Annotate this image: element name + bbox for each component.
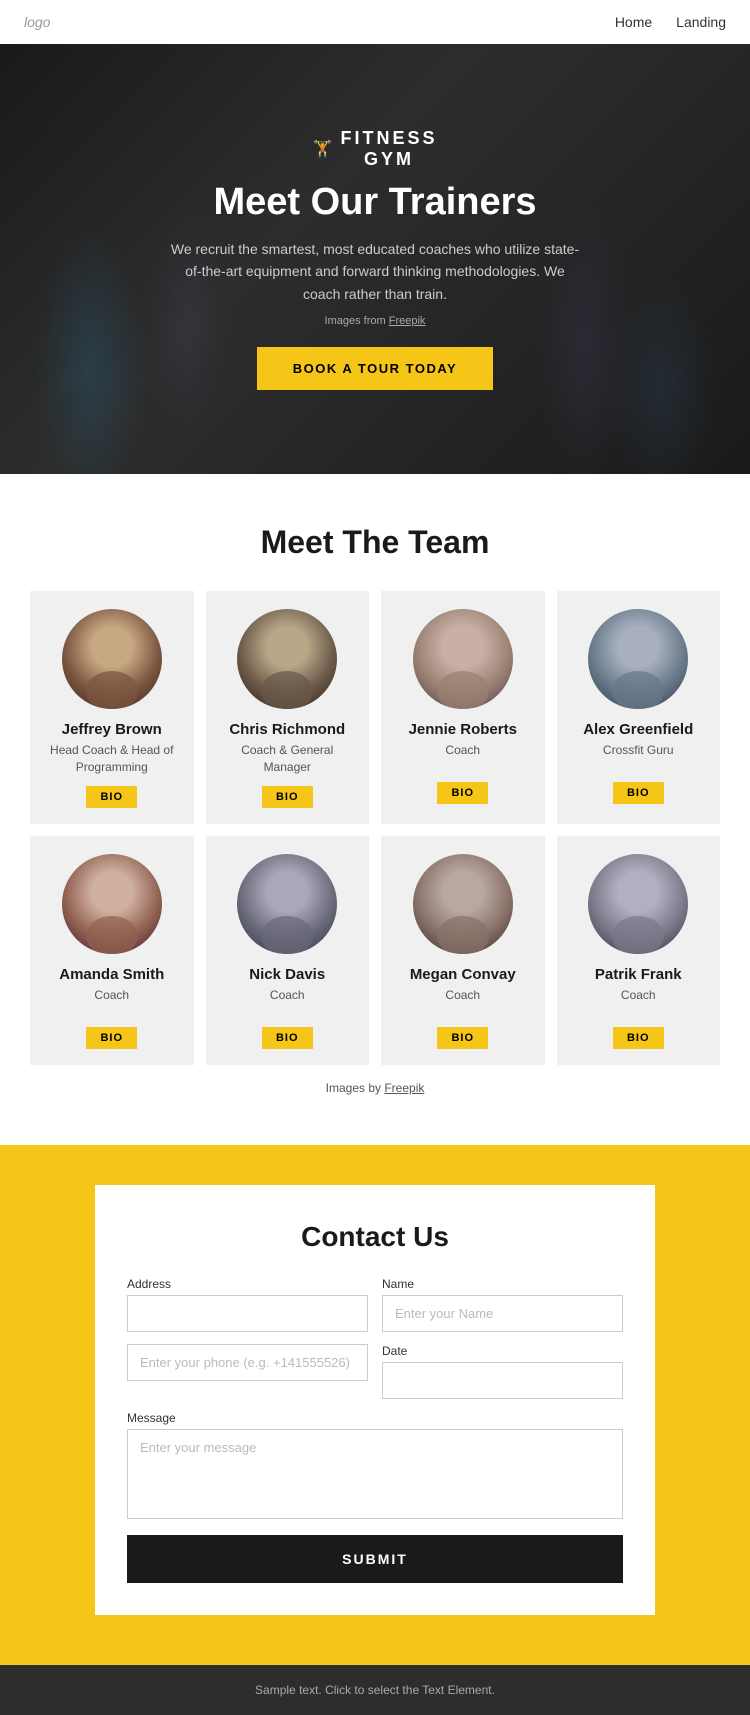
nav-link-home[interactable]: Home bbox=[615, 14, 652, 30]
trainer-role-chris-richmond: Coach & General Manager bbox=[218, 742, 358, 776]
avatar-nick-davis bbox=[237, 854, 337, 954]
name-field: Name bbox=[382, 1277, 623, 1332]
gym-logo-line1: FITNESS bbox=[340, 128, 437, 149]
avatar-svg-megan-convay bbox=[413, 854, 513, 954]
bio-button-nick-davis[interactable]: BIO bbox=[262, 1027, 313, 1049]
submit-button[interactable]: SUBMIT bbox=[127, 1535, 623, 1583]
bio-button-jennie-roberts[interactable]: BIO bbox=[437, 782, 488, 804]
book-tour-button[interactable]: BOOK A TOUR TODAY bbox=[257, 347, 493, 390]
freepik-link[interactable]: Freepik bbox=[389, 315, 426, 327]
trainer-card-chris-richmond: Chris Richmond Coach & General Manager B… bbox=[206, 591, 370, 824]
gym-logo-line2: GYM bbox=[340, 149, 437, 170]
avatar-jennie-roberts bbox=[413, 609, 513, 709]
nav-links: Home Landing bbox=[615, 14, 726, 30]
contact-row-address-name: Address Name bbox=[127, 1277, 623, 1332]
navbar: logo Home Landing bbox=[0, 0, 750, 44]
avatar-svg-jennie-roberts bbox=[413, 609, 513, 709]
contact-row-phone-date: Date bbox=[127, 1344, 623, 1399]
dumbbell-left-icon: 🏋 bbox=[313, 139, 335, 159]
trainer-role-patrik-frank: Coach bbox=[621, 987, 656, 1017]
trainer-card-patrik-frank: Patrik Frank Coach BIO bbox=[557, 836, 721, 1065]
contact-card: Contact Us Address Name Date Message bbox=[95, 1185, 655, 1615]
trainer-card-nick-davis: Nick Davis Coach BIO bbox=[206, 836, 370, 1065]
trainer-card-jennie-roberts: Jennie Roberts Coach BIO bbox=[381, 591, 545, 824]
phone-field bbox=[127, 1344, 368, 1399]
avatar-jeffrey-brown bbox=[62, 609, 162, 709]
contact-section: Contact Us Address Name Date Message bbox=[0, 1145, 750, 1665]
avatar-patrik-frank bbox=[588, 854, 688, 954]
team-freepik-link[interactable]: Freepik bbox=[384, 1081, 424, 1095]
date-field: Date bbox=[382, 1344, 623, 1399]
trainer-role-amanda-smith: Coach bbox=[94, 987, 129, 1017]
team-section: Meet The Team Jeffrey Brown Head Coach &… bbox=[0, 474, 750, 1115]
hero-title: Meet Our Trainers bbox=[165, 182, 585, 224]
nav-link-landing[interactable]: Landing bbox=[676, 14, 726, 30]
trainer-name-jennie-roberts: Jennie Roberts bbox=[409, 721, 517, 738]
trainer-name-chris-richmond: Chris Richmond bbox=[229, 721, 345, 738]
trainer-card-megan-convay: Megan Convay Coach BIO bbox=[381, 836, 545, 1065]
message-field: Message bbox=[127, 1411, 623, 1519]
address-field: Address bbox=[127, 1277, 368, 1332]
hero-description: We recruit the smartest, most educated c… bbox=[165, 238, 585, 305]
address-input[interactable] bbox=[127, 1295, 368, 1332]
hero-content: 🏋 FITNESS GYM Meet Our Trainers We recru… bbox=[105, 128, 645, 390]
bio-button-jeffrey-brown[interactable]: BIO bbox=[86, 786, 137, 808]
bio-button-megan-convay[interactable]: BIO bbox=[437, 1027, 488, 1049]
bio-button-alex-greenfield[interactable]: BIO bbox=[613, 782, 664, 804]
footer-text: Sample text. Click to select the Text El… bbox=[255, 1683, 495, 1697]
date-input[interactable] bbox=[382, 1362, 623, 1399]
team-image-credit: Images by Freepik bbox=[30, 1081, 720, 1095]
avatar-chris-richmond bbox=[237, 609, 337, 709]
avatar-amanda-smith bbox=[62, 854, 162, 954]
footer: Sample text. Click to select the Text El… bbox=[0, 1665, 750, 1715]
message-label: Message bbox=[127, 1411, 623, 1425]
trainer-role-jennie-roberts: Coach bbox=[445, 742, 480, 772]
hero-image-credit: Images from Freepik bbox=[165, 315, 585, 327]
nav-logo: logo bbox=[24, 14, 50, 30]
bio-button-chris-richmond[interactable]: BIO bbox=[262, 786, 313, 808]
trainer-name-alex-greenfield: Alex Greenfield bbox=[583, 721, 693, 738]
team-grid: Jeffrey Brown Head Coach & Head of Progr… bbox=[30, 591, 720, 1065]
trainer-name-patrik-frank: Patrik Frank bbox=[595, 966, 682, 983]
bio-button-amanda-smith[interactable]: BIO bbox=[86, 1027, 137, 1049]
trainer-name-amanda-smith: Amanda Smith bbox=[59, 966, 164, 983]
trainer-role-jeffrey-brown: Head Coach & Head of Programming bbox=[42, 742, 182, 776]
address-label: Address bbox=[127, 1277, 368, 1291]
bio-button-patrik-frank[interactable]: BIO bbox=[613, 1027, 664, 1049]
phone-input[interactable] bbox=[127, 1344, 368, 1381]
gym-logo: 🏋 FITNESS GYM bbox=[165, 128, 585, 170]
avatar-svg-alex-greenfield bbox=[588, 609, 688, 709]
message-textarea[interactable] bbox=[127, 1429, 623, 1519]
hero-section: 🏋 FITNESS GYM Meet Our Trainers We recru… bbox=[0, 44, 750, 474]
trainer-name-jeffrey-brown: Jeffrey Brown bbox=[62, 721, 162, 738]
date-label: Date bbox=[382, 1344, 623, 1358]
trainer-role-megan-convay: Coach bbox=[445, 987, 480, 1017]
trainer-name-megan-convay: Megan Convay bbox=[410, 966, 516, 983]
trainer-role-nick-davis: Coach bbox=[270, 987, 305, 1017]
avatar-svg-nick-davis bbox=[237, 854, 337, 954]
trainer-card-jeffrey-brown: Jeffrey Brown Head Coach & Head of Progr… bbox=[30, 591, 194, 824]
name-label: Name bbox=[382, 1277, 623, 1291]
avatar-svg-chris-richmond bbox=[237, 609, 337, 709]
avatar-svg-amanda-smith bbox=[62, 854, 162, 954]
trainer-role-alex-greenfield: Crossfit Guru bbox=[603, 742, 674, 772]
trainer-card-amanda-smith: Amanda Smith Coach BIO bbox=[30, 836, 194, 1065]
trainer-name-nick-davis: Nick Davis bbox=[249, 966, 325, 983]
avatar-megan-convay bbox=[413, 854, 513, 954]
contact-title: Contact Us bbox=[127, 1221, 623, 1253]
avatar-svg-patrik-frank bbox=[588, 854, 688, 954]
name-input[interactable] bbox=[382, 1295, 623, 1332]
trainer-card-alex-greenfield: Alex Greenfield Crossfit Guru BIO bbox=[557, 591, 721, 824]
team-title: Meet The Team bbox=[30, 524, 720, 561]
avatar-svg-jeffrey-brown bbox=[62, 609, 162, 709]
avatar-alex-greenfield bbox=[588, 609, 688, 709]
